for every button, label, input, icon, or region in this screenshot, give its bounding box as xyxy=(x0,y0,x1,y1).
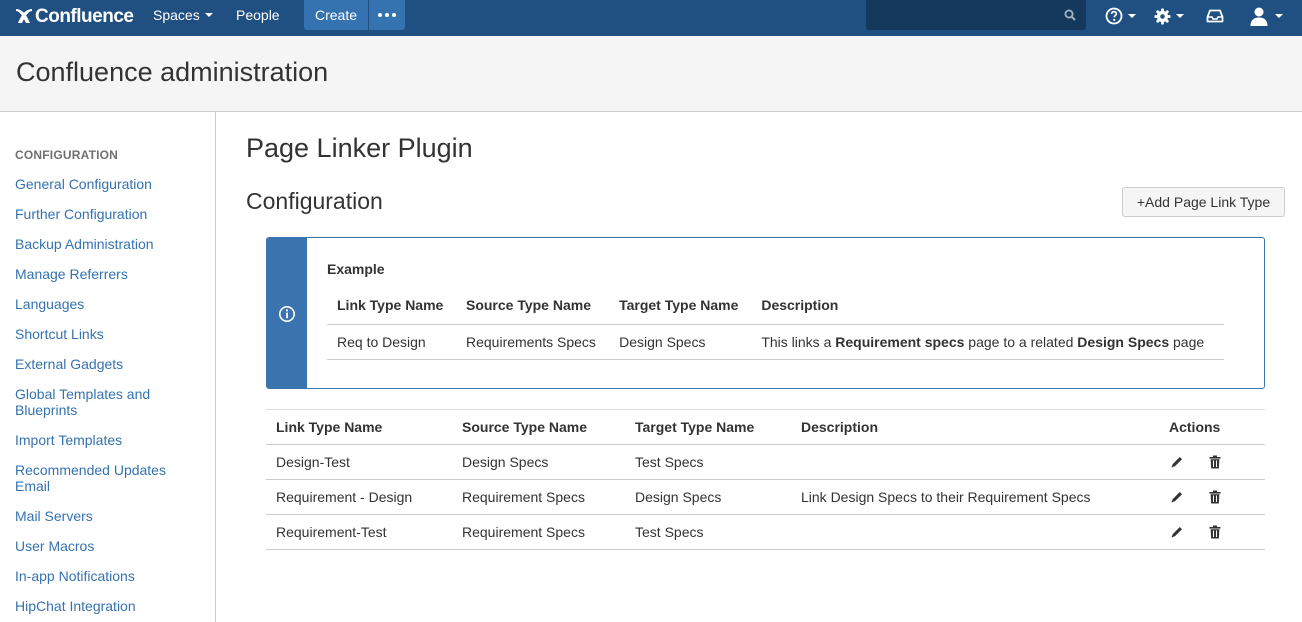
table-row: Design-Test Design Specs Test Specs xyxy=(266,444,1265,480)
example-col-description: Description xyxy=(751,286,1224,325)
cell-target-type: Design Specs xyxy=(625,479,791,515)
example-desc-text: page to a related xyxy=(964,333,1078,350)
more-create-button[interactable] xyxy=(369,0,405,30)
admin-header: Confluence administration xyxy=(0,36,1302,112)
example-col-source-type: Source Type Name xyxy=(455,286,610,325)
table-row: Requirement - Design Requirement Specs D… xyxy=(266,479,1265,515)
cell-description: Link Design Specs to their Requirement S… xyxy=(791,479,1159,515)
sidebar-item-global-templates[interactable]: Global Templates and Blueprints xyxy=(15,386,165,418)
settings-menu[interactable] xyxy=(1154,4,1184,28)
top-navigation-bar: Confluence Spaces People Create xyxy=(0,0,1302,36)
example-link-type-name: Req to Design xyxy=(327,324,456,360)
example-header-row: Link Type Name Source Type Name Target T… xyxy=(327,286,1224,325)
search-input[interactable] xyxy=(866,0,1086,30)
table-row: Requirement-Test Requirement Specs Test … xyxy=(266,514,1265,550)
example-col-link-type: Link Type Name xyxy=(327,286,456,325)
sidebar-item-manage-referrers[interactable]: Manage Referrers xyxy=(15,266,205,282)
page-title: Page Linker Plugin xyxy=(246,133,473,163)
example-desc-text: page xyxy=(1169,333,1205,350)
example-desc-bold: Design Specs xyxy=(1077,333,1170,350)
gear-icon xyxy=(1154,7,1171,25)
nav-people-label: People xyxy=(236,7,280,23)
user-menu[interactable] xyxy=(1248,4,1283,28)
col-actions: Actions xyxy=(1159,409,1265,445)
admin-title: Confluence administration xyxy=(16,57,329,87)
help-icon xyxy=(1105,7,1123,25)
section-title: Configuration xyxy=(246,188,383,214)
confluence-logo[interactable]: Confluence xyxy=(14,5,134,29)
info-sidebar xyxy=(267,238,307,388)
edit-icon[interactable] xyxy=(1169,489,1185,505)
admin-sidebar: CONFIGURATION General Configuration Furt… xyxy=(0,112,216,622)
edit-icon[interactable] xyxy=(1169,454,1185,470)
cell-link-type-name: Requirement-Test xyxy=(266,514,452,550)
create-button[interactable]: Create xyxy=(304,0,368,30)
sidebar-item-general-configuration[interactable]: General Configuration xyxy=(15,176,205,192)
sidebar-item-further-configuration[interactable]: Further Configuration xyxy=(15,206,205,222)
page-link-types-table: Link Type Name Source Type Name Target T… xyxy=(266,409,1265,550)
col-link-type-name: Link Type Name xyxy=(266,409,452,445)
example-row: Req to Design Requirements Specs Design … xyxy=(327,324,1224,360)
sidebar-item-mail-servers[interactable]: Mail Servers xyxy=(15,508,205,524)
add-page-link-type-button[interactable]: +Add Page Link Type xyxy=(1122,187,1285,217)
cell-target-type: Test Specs xyxy=(625,514,791,550)
table-header-row: Link Type Name Source Type Name Target T… xyxy=(266,409,1265,445)
more-icon xyxy=(378,13,396,17)
sidebar-item-import-templates[interactable]: Import Templates xyxy=(15,432,205,448)
confluence-logo-icon xyxy=(16,9,32,23)
sidebar-item-in-app-notifications[interactable]: In-app Notifications xyxy=(15,568,205,584)
notifications-icon xyxy=(1206,9,1224,23)
col-description: Description xyxy=(791,409,1159,445)
sidebar-item-recommended-updates-email[interactable]: Recommended Updates Email xyxy=(15,462,175,494)
cell-link-type-name: Design-Test xyxy=(266,444,452,480)
user-avatar-icon xyxy=(1250,7,1268,26)
sidebar-item-user-macros[interactable]: User Macros xyxy=(15,538,205,554)
delete-icon[interactable] xyxy=(1207,454,1223,470)
cell-description xyxy=(791,444,1159,480)
notifications-button[interactable] xyxy=(1206,4,1224,28)
delete-icon[interactable] xyxy=(1207,524,1223,540)
edit-icon[interactable] xyxy=(1169,524,1185,540)
cell-source-type: Requirement Specs xyxy=(452,479,625,515)
cell-actions xyxy=(1159,479,1265,515)
help-menu[interactable] xyxy=(1105,4,1136,28)
sidebar-item-languages[interactable]: Languages xyxy=(15,296,205,312)
logo-text: Confluence xyxy=(35,6,134,27)
chevron-down-icon xyxy=(1275,14,1283,18)
example-desc-bold: Requirement specs xyxy=(835,333,965,350)
cell-actions xyxy=(1159,444,1265,480)
col-target-type-name: Target Type Name xyxy=(625,409,791,445)
cell-source-type: Design Specs xyxy=(452,444,625,480)
delete-icon[interactable] xyxy=(1207,489,1223,505)
example-description: This links a Requirement specs page to a… xyxy=(751,324,1224,360)
cell-actions xyxy=(1159,514,1265,550)
search-icon xyxy=(1064,9,1076,21)
col-source-type-name: Source Type Name xyxy=(452,409,625,445)
info-heading: Example xyxy=(327,261,385,277)
nav-people-link[interactable]: People xyxy=(228,0,288,36)
example-source-type: Requirements Specs xyxy=(455,324,610,360)
info-icon xyxy=(279,306,295,322)
sidebar-heading: CONFIGURATION xyxy=(15,148,119,162)
chevron-down-icon xyxy=(1128,14,1136,18)
example-table: Link Type Name Source Type Name Target T… xyxy=(327,286,1224,360)
info-message: Example Link Type Name Source Type Name … xyxy=(266,237,1265,389)
chevron-down-icon xyxy=(1176,14,1184,18)
example-desc-text: This links a xyxy=(761,333,836,350)
cell-link-type-name: Requirement - Design xyxy=(266,479,452,515)
cell-description xyxy=(791,514,1159,550)
nav-spaces-label: Spaces xyxy=(153,7,200,23)
sidebar-item-hipchat-integration[interactable]: HipChat Integration xyxy=(15,598,205,614)
chevron-down-icon xyxy=(204,13,213,17)
example-target-type: Design Specs xyxy=(609,324,752,360)
sidebar-item-backup-administration[interactable]: Backup Administration xyxy=(15,236,205,252)
cell-target-type: Test Specs xyxy=(625,444,791,480)
cell-source-type: Requirement Specs xyxy=(452,514,625,550)
example-col-target-type: Target Type Name xyxy=(609,286,752,325)
sidebar-item-shortcut-links[interactable]: Shortcut Links xyxy=(15,326,205,342)
nav-spaces-menu[interactable]: Spaces xyxy=(145,0,221,36)
sidebar-item-external-gadgets[interactable]: External Gadgets xyxy=(15,356,205,372)
